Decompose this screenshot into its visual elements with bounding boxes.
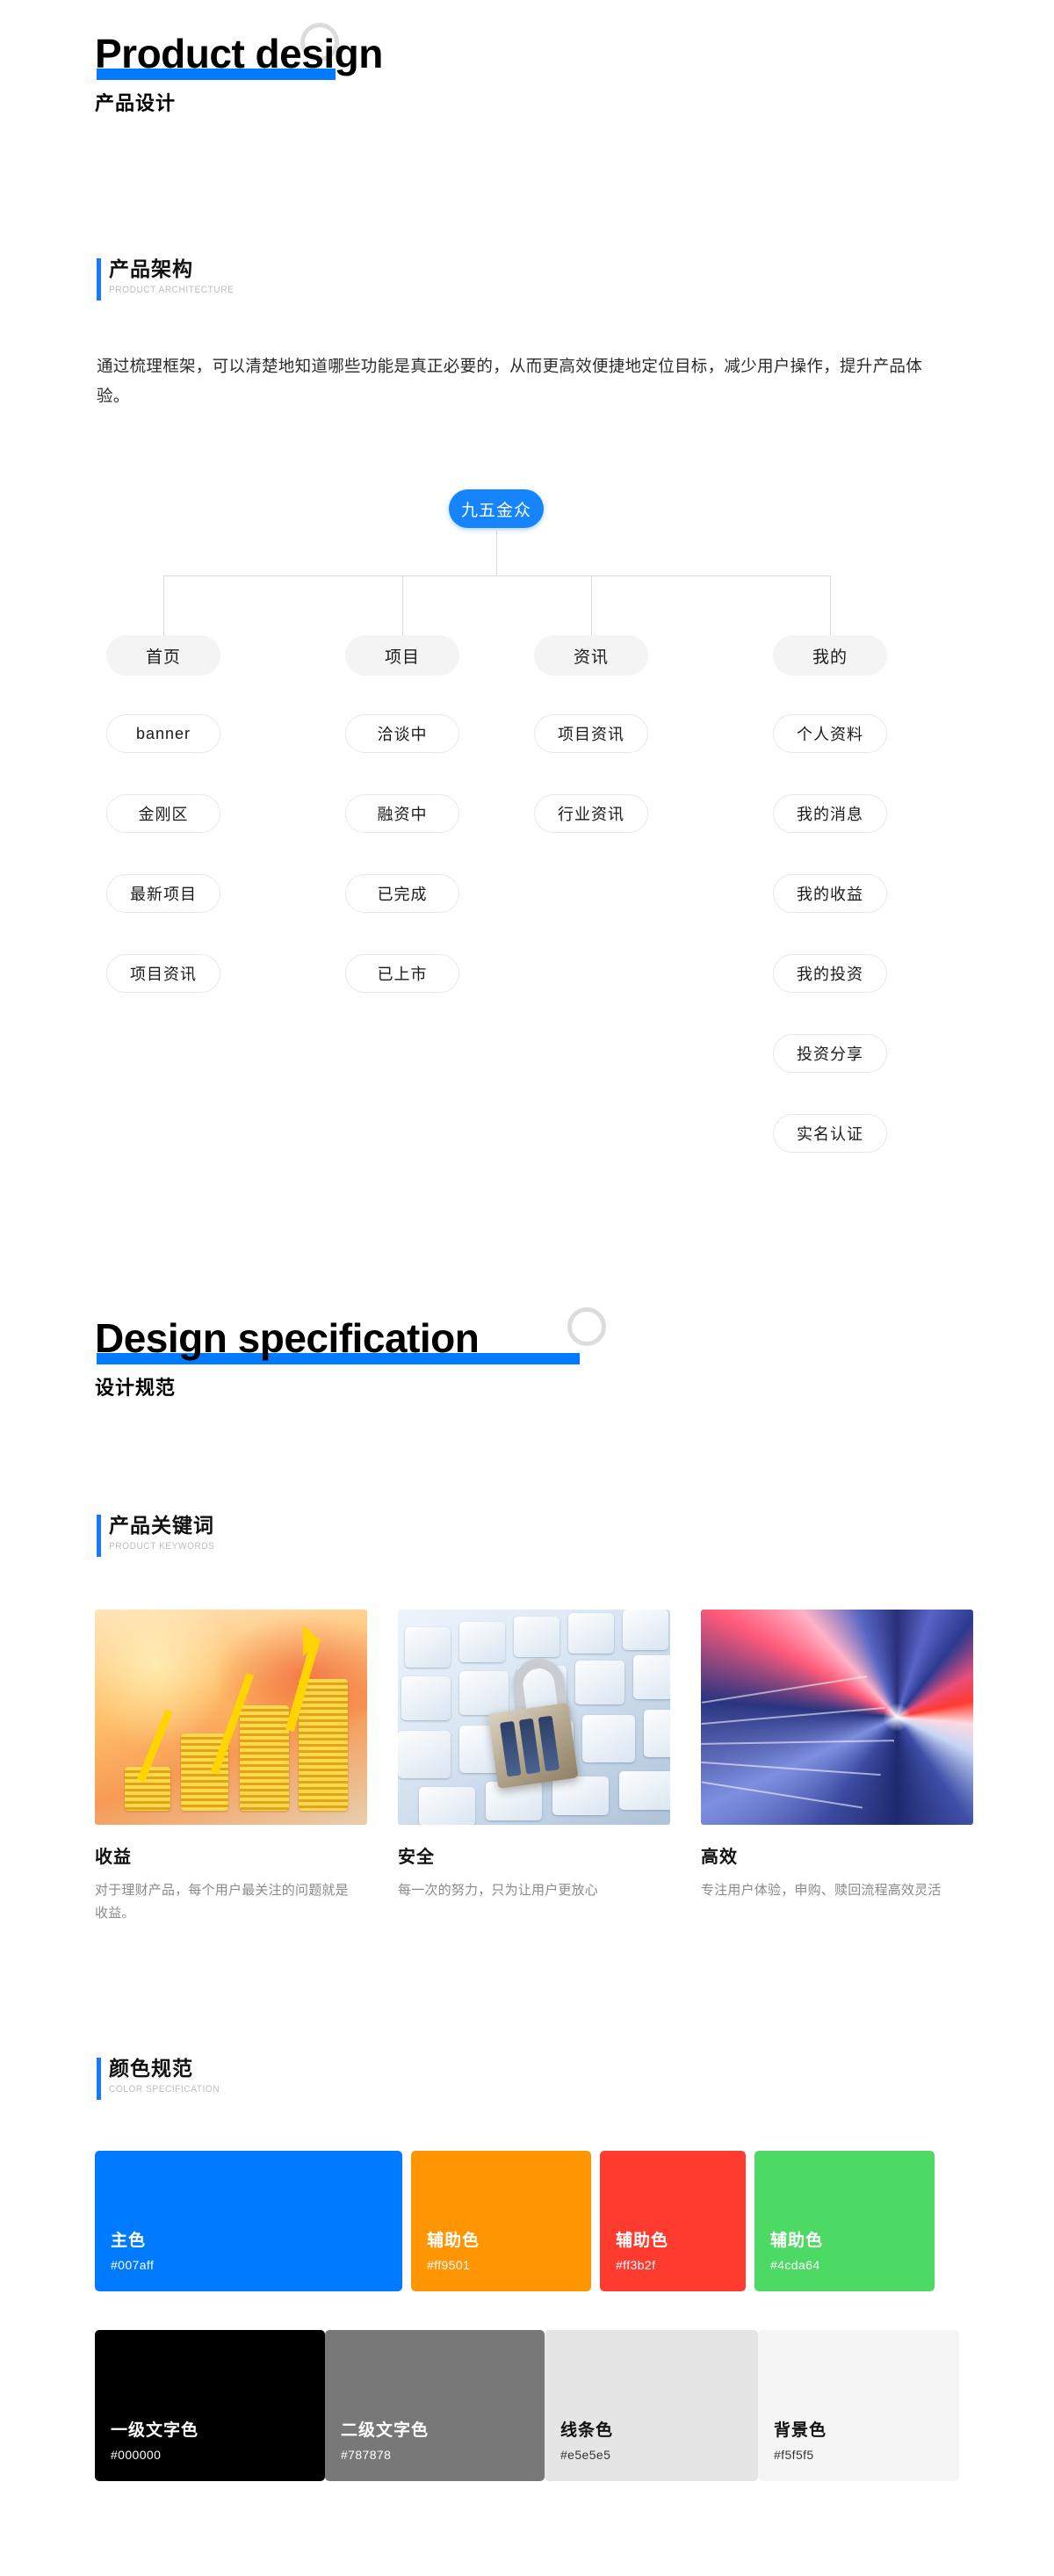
tree-leaf-node[interactable]: 项目资讯: [534, 714, 648, 753]
color-swatch-name: 二级文字色: [341, 2421, 430, 2440]
padlock-on-keyboard-image: [398, 1610, 670, 1825]
color-specification-en-title: COLOR SPECIFICATION: [109, 2083, 220, 2095]
product-architecture-paragraph: 通过梳理框架，可以清楚地知道哪些功能是真正必要的，从而更高效便捷地定位目标，减少…: [97, 357, 923, 406]
keyword-card-desc: 专注用户体验，申购、赎回流程高效灵活: [701, 1883, 942, 1898]
product-design-cn-title: 产品设计: [95, 92, 177, 114]
product-architecture-tree: 九五金众 首页 项目 资讯 我的 banner 金刚区 最新项目 项目资讯 洽谈…: [0, 488, 1054, 1190]
design-specification-heading: Design specification 设计规范: [95, 1307, 606, 1400]
tree-leaf-node[interactable]: 我的投资: [773, 954, 887, 993]
product-keywords-en-title: PRODUCT KEYWORDS: [109, 1540, 215, 1552]
keyword-card: 收益 对于理财产品，每个用户最关注的问题就是收益。: [95, 1610, 367, 1925]
color-swatch[interactable]: 二级文字色 #787878: [325, 2330, 545, 2481]
keyword-card-title: 安全: [398, 1848, 435, 1867]
coins-artwork: [95, 1610, 367, 1825]
color-swatch[interactable]: 辅助色 #ff3b2f: [600, 2151, 746, 2291]
tree-leaf-node[interactable]: 项目资讯: [106, 954, 220, 993]
tree-connector-branch-2: [402, 575, 403, 635]
design-specification-en-title: Design specification: [95, 1315, 480, 1361]
color-swatch-hex: #000000: [111, 2448, 162, 2462]
color-swatch-name: 背景色: [774, 2421, 827, 2440]
tree-branch-node-home[interactable]: 首页: [106, 635, 220, 676]
keyword-card: 高效 专注用户体验，申购、赎回流程高效灵活: [701, 1610, 973, 1902]
color-swatch-hex: #ff9501: [427, 2258, 471, 2272]
decorative-circle-icon: [567, 1307, 606, 1346]
color-specification-subheading: 颜色规范 COLOR SPECIFICATION: [97, 2056, 229, 2100]
keyword-card-title: 高效: [701, 1848, 738, 1867]
color-swatch-name: 一级文字色: [111, 2421, 199, 2440]
tree-branch-node-news[interactable]: 资讯: [534, 635, 648, 676]
color-swatch-name: 辅助色: [770, 2232, 824, 2250]
tree-leaf-node[interactable]: 已上市: [345, 954, 459, 993]
color-swatch[interactable]: 辅助色 #4cda64: [754, 2151, 935, 2291]
tree-leaf-node[interactable]: 行业资讯: [534, 794, 648, 833]
motion-blur-speed-tunnel-image: [701, 1610, 973, 1825]
color-swatch-name: 辅助色: [427, 2232, 480, 2250]
tree-leaf-node[interactable]: 个人资料: [773, 714, 887, 753]
color-swatch-hex: #ff3b2f: [616, 2258, 656, 2272]
tree-leaf-node[interactable]: 实名认证: [773, 1114, 887, 1153]
tree-leaf-node[interactable]: 最新项目: [106, 874, 220, 913]
color-swatch-name: 辅助色: [616, 2232, 669, 2250]
page-root: Product design 产品设计 产品架构 PRODUCT ARCHITE…: [0, 0, 1054, 2576]
tree-leaf-node[interactable]: banner: [106, 714, 220, 753]
color-swatch-name: 主色: [111, 2232, 147, 2250]
keyword-card-desc: 对于理财产品，每个用户最关注的问题就是收益。: [95, 1883, 349, 1921]
product-keywords-cn-title: 产品关键词: [109, 1514, 214, 1537]
product-architecture-cn-title: 产品架构: [109, 257, 193, 280]
color-swatch[interactable]: 背景色 #f5f5f5: [758, 2330, 959, 2481]
color-swatch[interactable]: 主色 #007aff: [95, 2151, 402, 2291]
color-swatch-hex: #e5e5e5: [560, 2448, 611, 2462]
product-architecture-en-title: PRODUCT ARCHITECTURE: [109, 284, 235, 295]
tree-connector-branch-1: [163, 575, 164, 635]
tree-leaf-node[interactable]: 已完成: [345, 874, 459, 913]
color-swatch-hex: #f5f5f5: [774, 2448, 814, 2462]
color-swatch-name: 线条色: [560, 2421, 614, 2440]
keyword-card: 安全 每一次的努力，只为让用户更放心: [398, 1610, 670, 1902]
design-specification-cn-title: 设计规范: [95, 1377, 177, 1399]
tree-leaf-node[interactable]: 我的消息: [773, 794, 887, 833]
tree-connector-root-vertical: [496, 528, 497, 575]
keyword-card-desc: 每一次的努力，只为让用户更放心: [398, 1883, 599, 1898]
color-swatch-hex: #007aff: [111, 2258, 155, 2272]
tree-leaf-node[interactable]: 投资分享: [773, 1034, 887, 1073]
product-design-en-title: Product design: [95, 31, 383, 76]
keyword-card-title: 收益: [95, 1848, 132, 1867]
tree-leaf-node[interactable]: 我的收益: [773, 874, 887, 913]
tree-branch-node-mine[interactable]: 我的: [773, 635, 887, 676]
tree-branch-node-project[interactable]: 项目: [345, 635, 459, 676]
tree-connector-branch-3: [591, 575, 592, 635]
tree-connector-branch-4: [830, 575, 831, 635]
tree-connector-horizontal-bus: [163, 575, 830, 576]
tree-root-node[interactable]: 九五金众: [449, 489, 544, 528]
color-specification-cn-title: 颜色规范: [109, 2057, 193, 2080]
color-swatch[interactable]: 辅助色 #ff9501: [411, 2151, 591, 2291]
product-design-heading: Product design 产品设计: [95, 23, 383, 116]
speed-tunnel-artwork: [701, 1610, 973, 1825]
color-swatch[interactable]: 一级文字色 #000000: [95, 2330, 325, 2481]
color-swatch[interactable]: 线条色 #e5e5e5: [545, 2330, 758, 2481]
tree-leaf-node[interactable]: 洽谈中: [345, 714, 459, 753]
product-architecture-subheading: 产品架构 PRODUCT ARCHITECTURE: [97, 257, 245, 300]
color-swatch-hex: #787878: [341, 2448, 392, 2462]
padlock-keyboard-artwork: [398, 1610, 670, 1825]
tree-leaf-node[interactable]: 金刚区: [106, 794, 220, 833]
gold-coins-growth-chart-image: [95, 1610, 367, 1825]
color-swatch-hex: #4cda64: [770, 2258, 820, 2272]
tree-leaf-node[interactable]: 融资中: [345, 794, 459, 833]
product-keywords-subheading: 产品关键词 PRODUCT KEYWORDS: [97, 1513, 224, 1557]
